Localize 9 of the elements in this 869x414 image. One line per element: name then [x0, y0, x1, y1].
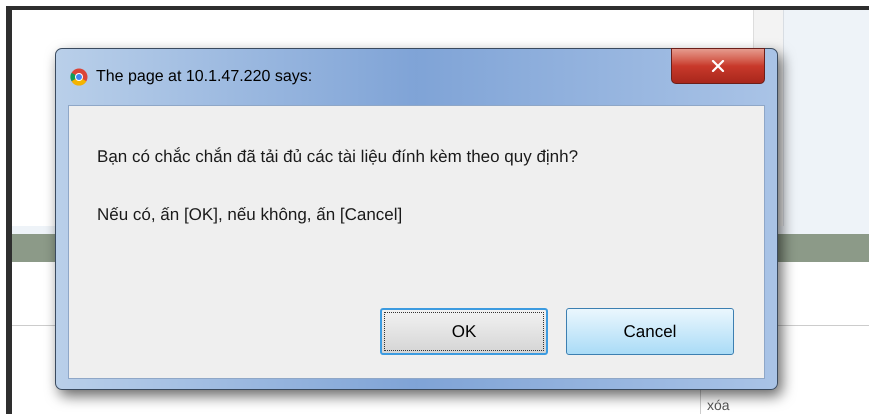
dialog-title: The page at 10.1.47.220 says: — [96, 67, 312, 87]
browser-logo-icon — [70, 68, 88, 86]
dialog-button[interactable]: OK — [380, 308, 548, 355]
dialog-message: Bạn có chắc chắn đã tải đủ các tài liệu đính kèm theo quy định? — [97, 146, 580, 168]
dialog-button[interactable]: Cancel — [566, 308, 734, 355]
dialog-note: Nếu có, ấn [OK], nếu không, ấn [Cancel] — [97, 204, 404, 226]
table-cell-text: xóa — [707, 398, 730, 414]
close-icon — [711, 60, 725, 72]
close-button[interactable] — [671, 48, 765, 84]
